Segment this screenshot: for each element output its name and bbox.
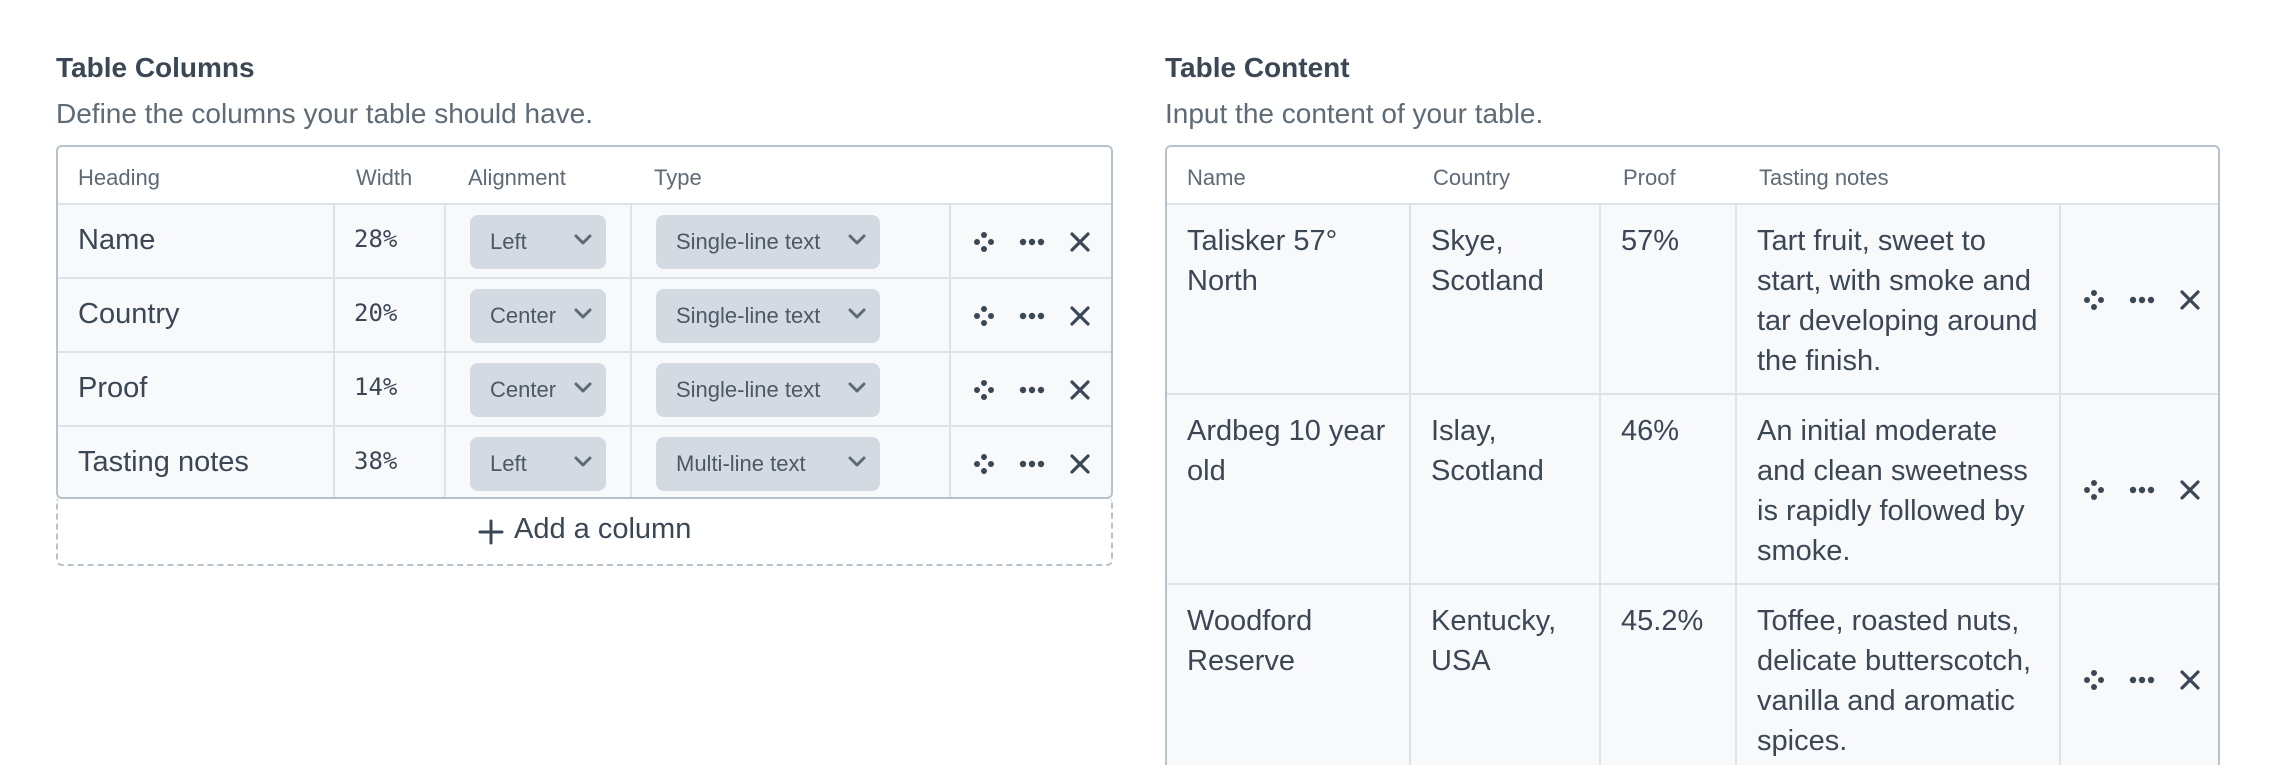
- table-row: Country 20% Center Single-line text: [58, 279, 1111, 353]
- table-header: Heading Width Alignment Type: [58, 147, 1111, 205]
- type-value: Single-line text: [676, 303, 821, 328]
- table-row: Talisker 57° North Skye, Scotland 57% Ta…: [1167, 205, 2218, 395]
- header-alignment: Alignment: [468, 165, 566, 190]
- more-icon[interactable]: [1019, 229, 1045, 255]
- chevron-down-icon: [574, 234, 592, 245]
- add-column-button[interactable]: Add a column: [56, 499, 1113, 566]
- content-table: Name Country Proof Tasting notes Taliske…: [1165, 145, 2220, 765]
- width-field[interactable]: 14%: [354, 373, 397, 401]
- panel-title: Table Content: [1165, 52, 1350, 83]
- tasting-notes-cell[interactable]: An initial moderate and clean sweetness …: [1757, 411, 2047, 571]
- proof-cell[interactable]: 46%: [1621, 411, 1679, 451]
- header-name: Name: [1187, 165, 1246, 190]
- country-cell[interactable]: Kentucky, USA: [1431, 601, 1591, 681]
- type-value: Single-line text: [676, 377, 821, 402]
- add-column-label: Add a column: [514, 513, 692, 545]
- header-type: Type: [654, 165, 702, 190]
- alignment-select[interactable]: Center: [470, 289, 606, 343]
- more-icon[interactable]: [2129, 477, 2155, 503]
- proof-cell[interactable]: 45.2%: [1621, 601, 1703, 641]
- move-icon[interactable]: [2081, 477, 2107, 503]
- move-icon[interactable]: [971, 229, 997, 255]
- more-icon[interactable]: [2129, 287, 2155, 313]
- proof-cell[interactable]: 57%: [1621, 221, 1679, 261]
- move-icon[interactable]: [2081, 667, 2107, 693]
- table-row: Tasting notes 38% Left Multi-line text: [58, 427, 1111, 497]
- alignment-select[interactable]: Left: [470, 437, 606, 491]
- move-icon[interactable]: [971, 377, 997, 403]
- table-row: Ardbeg 10 year old Islay, Scotland 46% A…: [1167, 395, 2218, 585]
- chevron-down-icon: [574, 456, 592, 467]
- heading-field[interactable]: Country: [78, 294, 180, 334]
- width-field[interactable]: 28%: [354, 225, 397, 253]
- country-cell[interactable]: Islay, Scotland: [1431, 411, 1591, 491]
- panel-title: Table Columns: [56, 52, 255, 83]
- more-icon[interactable]: [2129, 667, 2155, 693]
- header-proof: Proof: [1623, 165, 1676, 190]
- type-select[interactable]: Single-line text: [656, 215, 880, 269]
- chevron-down-icon: [848, 382, 866, 393]
- close-icon[interactable]: [1067, 377, 1093, 403]
- close-icon[interactable]: [1067, 303, 1093, 329]
- table-row: Proof 14% Center Single-line text: [58, 353, 1111, 427]
- heading-field[interactable]: Tasting notes: [78, 442, 249, 482]
- columns-table: Heading Width Alignment Type Name 28% Le…: [56, 145, 1113, 499]
- header-heading: Heading: [78, 165, 160, 190]
- more-icon[interactable]: [1019, 303, 1045, 329]
- tasting-notes-cell[interactable]: Tart fruit, sweet to start, with smoke a…: [1757, 221, 2047, 381]
- close-icon[interactable]: [1067, 229, 1093, 255]
- panel-description: Define the columns your table should hav…: [56, 98, 593, 129]
- alignment-value: Left: [490, 229, 527, 254]
- type-value: Multi-line text: [676, 451, 806, 476]
- close-icon[interactable]: [2177, 667, 2203, 693]
- plus-icon: [478, 519, 504, 545]
- type-value: Single-line text: [676, 229, 821, 254]
- type-select[interactable]: Single-line text: [656, 363, 880, 417]
- width-field[interactable]: 38%: [354, 447, 397, 475]
- chevron-down-icon: [848, 308, 866, 319]
- close-icon[interactable]: [2177, 287, 2203, 313]
- table-row: Woodford Reserve Kentucky, USA 45.2% Tof…: [1167, 585, 2218, 765]
- tasting-notes-cell[interactable]: Toffee, roasted nuts, delicate buttersco…: [1757, 601, 2047, 761]
- name-cell[interactable]: Talisker 57° North: [1187, 221, 1397, 301]
- close-icon[interactable]: [1067, 451, 1093, 477]
- more-icon[interactable]: [1019, 451, 1045, 477]
- move-icon[interactable]: [971, 451, 997, 477]
- chevron-down-icon: [574, 382, 592, 393]
- close-icon[interactable]: [2177, 477, 2203, 503]
- type-select[interactable]: Single-line text: [656, 289, 880, 343]
- heading-field[interactable]: Proof: [78, 368, 147, 408]
- country-cell[interactable]: Skye, Scotland: [1431, 221, 1591, 301]
- alignment-select[interactable]: Left: [470, 215, 606, 269]
- move-icon[interactable]: [971, 303, 997, 329]
- name-cell[interactable]: Woodford Reserve: [1187, 601, 1397, 681]
- alignment-select[interactable]: Center: [470, 363, 606, 417]
- panel-description: Input the content of your table.: [1165, 98, 1544, 129]
- table-row: Name 28% Left Single-line text: [58, 205, 1111, 279]
- heading-field[interactable]: Name: [78, 220, 155, 260]
- type-select[interactable]: Multi-line text: [656, 437, 880, 491]
- chevron-down-icon: [574, 308, 592, 319]
- header-tasting-notes: Tasting notes: [1759, 165, 1889, 190]
- chevron-down-icon: [848, 456, 866, 467]
- move-icon[interactable]: [2081, 287, 2107, 313]
- alignment-value: Center: [490, 377, 557, 402]
- header-width: Width: [356, 165, 413, 190]
- name-cell[interactable]: Ardbeg 10 year old: [1187, 411, 1397, 491]
- width-field[interactable]: 20%: [354, 299, 397, 327]
- chevron-down-icon: [848, 234, 866, 245]
- more-icon[interactable]: [1019, 377, 1045, 403]
- alignment-value: Left: [490, 451, 527, 476]
- alignment-value: Center: [490, 303, 557, 328]
- table-header: Name Country Proof Tasting notes: [1167, 147, 2218, 205]
- header-country: Country: [1433, 165, 1511, 190]
